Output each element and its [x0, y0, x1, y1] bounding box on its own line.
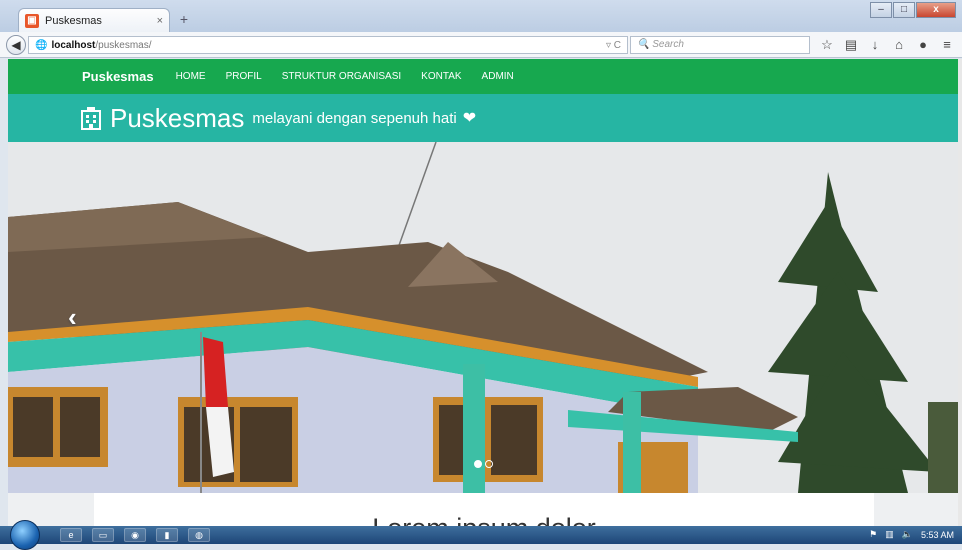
nav-profil[interactable]: PROFIL: [226, 71, 262, 82]
taskbar-app-icon[interactable]: ▮: [156, 528, 178, 542]
close-window-button[interactable]: x: [916, 2, 956, 18]
taskbar-chrome-icon[interactable]: ◉: [124, 528, 146, 542]
browser-tab[interactable]: ▣ Puskesmas ×: [18, 8, 170, 32]
maximize-button[interactable]: □: [893, 2, 915, 18]
carousel-indicator-2[interactable]: [485, 460, 493, 468]
carousel-indicators: [474, 460, 493, 468]
hero-tagline: melayani dengan sepenuh hati: [252, 109, 457, 127]
tray-volume-icon[interactable]: 🔈: [902, 529, 913, 540]
tray-network-icon[interactable]: ▥: [885, 529, 894, 540]
carousel-indicator-1[interactable]: [474, 460, 482, 468]
toolbar-icons: ☆ ▤ ↓ ⌂ ● ≡: [820, 36, 954, 54]
bookmarks-list-icon[interactable]: ▤: [844, 36, 858, 54]
system-tray: ⚑ ▥ 🔈 5:53 AM: [869, 529, 954, 540]
image-carousel: ‹: [8, 142, 958, 493]
minimize-button[interactable]: –: [870, 2, 892, 18]
site-favicon-icon: ▣: [25, 13, 39, 28]
taskbar-ie-icon[interactable]: e: [60, 528, 82, 542]
url-bar[interactable]: 🌐 localhost /puskesmas/ ▿ C: [28, 36, 628, 54]
content-heading: Lorem ipsum dolor: [94, 513, 874, 526]
nav-home[interactable]: HOME: [176, 71, 206, 82]
url-path: /puskesmas/: [95, 39, 152, 51]
tray-flag-icon[interactable]: ⚑: [869, 529, 877, 540]
search-icon: 🔍: [637, 39, 650, 50]
window-controls: – □ x: [870, 2, 956, 18]
home-icon[interactable]: ⌂: [892, 36, 906, 54]
site-brand[interactable]: Puskesmas: [82, 69, 154, 84]
browser-toolbar: ◀ 🌐 localhost /puskesmas/ ▿ C 🔍 Search ☆…: [0, 32, 962, 58]
download-icon[interactable]: ↓: [868, 36, 882, 54]
content-card: Lorem ipsum dolor: [94, 493, 874, 526]
menu-icon[interactable]: ≡: [940, 36, 954, 54]
heart-icon: ❤: [462, 110, 477, 127]
carousel-photo: [8, 142, 958, 493]
new-tab-button[interactable]: +: [174, 10, 194, 28]
page-scrollbar[interactable]: [958, 59, 962, 526]
globe-icon: 🌐: [35, 39, 48, 51]
nav-kontak[interactable]: KONTAK: [421, 71, 461, 82]
nav-admin[interactable]: ADMIN: [482, 71, 514, 82]
chat-icon[interactable]: ●: [916, 36, 930, 54]
hospital-icon: [81, 107, 101, 130]
os-taskbar: e ▭ ◉ ▮ ◍ ⚑ ▥ 🔈 5:53 AM: [0, 520, 962, 550]
bookmark-star-icon[interactable]: ☆: [820, 36, 834, 54]
browser-titlebar: ▣ Puskesmas × + – □ x: [0, 0, 962, 32]
tray-clock[interactable]: 5:53 AM: [921, 530, 954, 540]
tab-title: Puskesmas: [45, 14, 102, 27]
page-viewport: Puskesmas HOME PROFIL STRUKTUR ORGANISAS…: [8, 59, 958, 526]
taskbar-explorer-icon[interactable]: ▭: [92, 528, 114, 542]
search-input[interactable]: 🔍 Search: [630, 36, 810, 54]
back-button[interactable]: ◀: [6, 35, 26, 55]
reload-icon[interactable]: ▿ C: [606, 40, 621, 51]
search-placeholder: Search: [652, 39, 684, 50]
hero-title: Puskesmas: [110, 102, 245, 133]
tab-close-icon[interactable]: ×: [157, 15, 163, 27]
hero-header: Puskesmas melayani dengan sepenuh hati ❤: [8, 94, 958, 142]
carousel-prev-button[interactable]: ‹: [68, 302, 77, 333]
nav-struktur[interactable]: STRUKTUR ORGANISASI: [282, 71, 401, 82]
url-host: localhost: [51, 39, 96, 51]
start-button[interactable]: [10, 520, 40, 550]
taskbar-firefox-icon[interactable]: ◍: [188, 528, 210, 542]
site-navbar: Puskesmas HOME PROFIL STRUKTUR ORGANISAS…: [8, 59, 958, 94]
